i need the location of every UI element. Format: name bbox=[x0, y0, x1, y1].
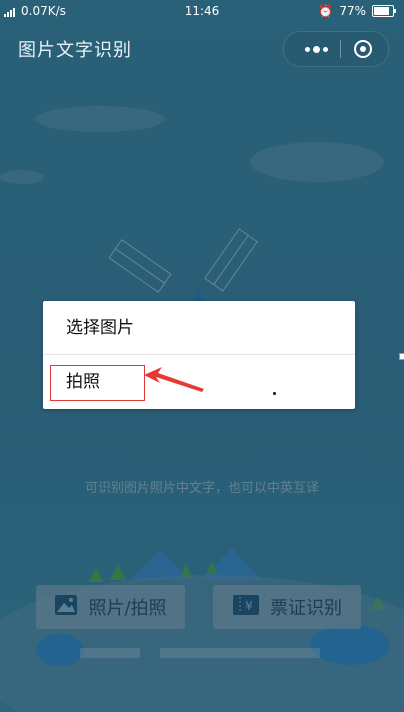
annotation-arrow bbox=[144, 367, 204, 392]
close-miniprogram-icon[interactable] bbox=[354, 40, 372, 58]
cursor-dot bbox=[273, 392, 276, 395]
alarm-icon: ⏰ bbox=[318, 4, 334, 18]
page-title: 图片文字识别 bbox=[18, 40, 132, 61]
more-dot-icon bbox=[322, 46, 328, 52]
more-dot-icon bbox=[304, 46, 310, 52]
more-dot-icon bbox=[312, 45, 320, 53]
more-menu-button[interactable] bbox=[298, 32, 334, 66]
annotation-highlight-box bbox=[50, 365, 145, 401]
battery-percent: 77% bbox=[339, 4, 366, 18]
status-bar: 0.07K/s 11:46 ⏰ 77% bbox=[0, 0, 404, 22]
edge-marker bbox=[399, 353, 404, 360]
capsule-divider bbox=[340, 40, 341, 58]
select-image-option[interactable]: 选择图片 bbox=[43, 301, 355, 355]
miniprogram-capsule bbox=[283, 31, 389, 67]
battery-icon bbox=[372, 5, 396, 17]
